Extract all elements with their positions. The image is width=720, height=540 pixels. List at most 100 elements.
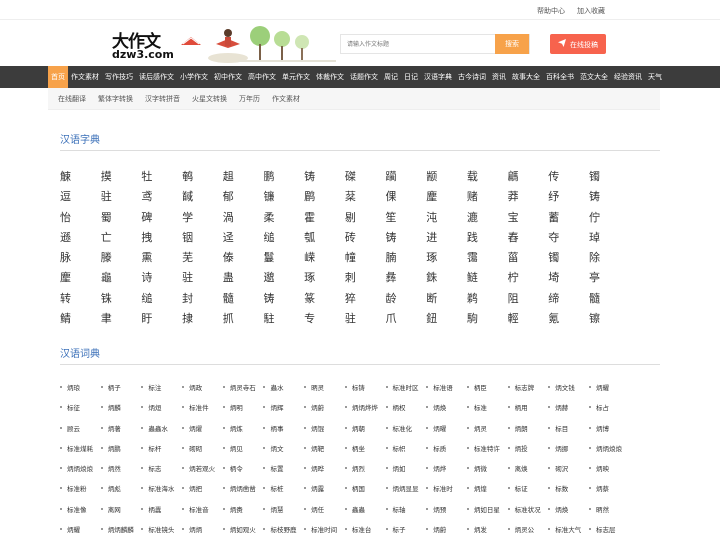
cidian-word-link[interactable]: 炳赫	[548, 402, 589, 422]
cidian-word-link[interactable]: 顾云	[60, 423, 101, 443]
cidian-word-link[interactable]: 炳炳麟麟	[100, 524, 142, 540]
zidian-char-link[interactable]: 蛊	[223, 269, 264, 289]
zidian-char-link[interactable]: 磔	[345, 168, 386, 188]
cidian-word-link[interactable]: 炳灵公	[507, 524, 549, 540]
zidian-char-link[interactable]: 学	[182, 209, 223, 229]
cidian-word-link[interactable]: 炳预	[426, 504, 467, 524]
zidian-char-link[interactable]: 阻	[508, 290, 549, 310]
cidian-word-link[interactable]: 炳燿	[182, 423, 223, 443]
zidian-char-link[interactable]: 纾	[548, 188, 589, 208]
cidian-word-link[interactable]: 标数	[548, 483, 589, 503]
zidian-char-link[interactable]: 践	[467, 229, 508, 249]
cidian-word-link[interactable]: 标准特许	[466, 443, 508, 463]
cidian-word-link[interactable]: 炳如	[385, 463, 427, 483]
cidian-word-link[interactable]: 标准音	[182, 504, 223, 524]
cidian-word-link[interactable]: 标注	[141, 382, 182, 402]
zidian-char-link[interactable]: 刺	[345, 269, 386, 289]
zidian-char-link[interactable]: 柔	[263, 209, 304, 229]
zidian-char-link[interactable]: 牡	[141, 168, 182, 188]
zidian-char-link[interactable]: 铸	[304, 168, 345, 188]
zidian-char-link[interactable]: 鲭	[60, 310, 101, 330]
zidian-char-link[interactable]: 铸	[386, 229, 427, 249]
nav-item[interactable]: 汉语字典	[421, 66, 455, 88]
nav-item[interactable]: 百科全书	[543, 66, 577, 88]
zidian-char-link[interactable]: 腩	[386, 249, 427, 269]
cidian-word-link[interactable]: 标志	[141, 463, 182, 483]
zidian-char-link[interactable]: 蜀	[101, 209, 142, 229]
cidian-word-link[interactable]: 炳琅	[60, 382, 101, 402]
cidian-word-link[interactable]: 标准煤耗	[60, 443, 101, 463]
zidian-char-link[interactable]: 拽	[141, 229, 182, 249]
zidian-char-link[interactable]: 逗	[60, 188, 101, 208]
cidian-word-link[interactable]: 昞然	[588, 504, 630, 524]
cidian-word-link[interactable]: 柄事	[263, 423, 304, 443]
cidian-word-link[interactable]: 炳焕	[548, 504, 589, 524]
zidian-char-link[interactable]: 熏	[141, 249, 182, 269]
cidian-word-link[interactable]: 柄蠹	[141, 504, 182, 524]
cidian-word-link[interactable]: 炳朝	[344, 423, 386, 443]
zidian-char-link[interactable]: 琸	[589, 229, 630, 249]
zidian-char-link[interactable]: 棻	[345, 188, 386, 208]
zidian-char-link[interactable]: 龄	[386, 290, 427, 310]
cidian-word-link[interactable]: 炳焕	[426, 402, 467, 422]
cidian-word-link[interactable]: 炳炳	[182, 524, 223, 540]
nav-item[interactable]: 作文素材	[68, 66, 102, 88]
zidian-char-link[interactable]: 鈕	[426, 310, 467, 330]
zidian-char-link[interactable]: 怡	[60, 209, 101, 229]
online-submit-button[interactable]: 在线投稿	[550, 34, 606, 54]
zidian-char-link[interactable]: 剔	[345, 209, 386, 229]
zidian-char-link[interactable]: 镯	[589, 168, 630, 188]
zidian-char-link[interactable]: 除	[589, 249, 630, 269]
cidian-word-link[interactable]: 炳挪	[548, 443, 589, 463]
zidian-char-link[interactable]: 亡	[101, 229, 142, 249]
zidian-char-link[interactable]: 馘	[182, 188, 223, 208]
nav-item[interactable]: 小学作文	[177, 66, 211, 88]
zidian-char-link[interactable]: 趄	[223, 168, 264, 188]
nav-item-home[interactable]: 首页	[48, 66, 68, 88]
zidian-char-link[interactable]: 驻	[101, 188, 142, 208]
zidian-char-link[interactable]: 嵘	[304, 249, 345, 269]
zidian-char-link[interactable]: 銖	[426, 269, 467, 289]
cidian-word-link[interactable]: 标准台	[344, 524, 386, 540]
zidian-char-link[interactable]: 诗	[141, 269, 182, 289]
nav-item[interactable]: 高中作文	[245, 66, 279, 88]
zidian-char-link[interactable]: 柠	[508, 269, 549, 289]
cidian-word-link[interactable]: 炳见	[222, 443, 264, 463]
zidian-char-link[interactable]: 琢	[426, 249, 467, 269]
zidian-char-link[interactable]: 抓	[223, 310, 264, 330]
zidian-char-link[interactable]: 蓄	[548, 209, 589, 229]
subnav-item[interactable]: 繁体字转换	[98, 88, 133, 109]
cidian-word-link[interactable]: 标置	[263, 463, 304, 483]
cidian-word-link[interactable]: 炳著	[100, 423, 142, 443]
cidian-word-link[interactable]: 炳辉	[263, 402, 304, 422]
subnav-item[interactable]: 火星文转换	[192, 88, 227, 109]
cidian-word-link[interactable]: 炳鹏	[100, 443, 142, 463]
cidian-word-link[interactable]: 炳博	[588, 423, 630, 443]
subnav-item[interactable]: 作文素材	[272, 88, 300, 109]
subnav-item[interactable]: 在线翻译	[58, 88, 86, 109]
zidian-char-link[interactable]: 鬘	[263, 249, 304, 269]
cidian-word-link[interactable]: 柄臣	[466, 382, 508, 402]
cidian-word-link[interactable]: 炳麟	[100, 402, 142, 422]
cidian-word-link[interactable]: 炳烈	[344, 463, 386, 483]
cidian-word-link[interactable]: 炳烜	[141, 402, 182, 422]
zidian-char-link[interactable]: 缔	[548, 290, 589, 310]
cidian-word-link[interactable]: 柄坐	[344, 443, 386, 463]
zidian-char-link[interactable]: 摸	[101, 168, 142, 188]
cidian-word-link[interactable]: 标准件	[182, 402, 223, 422]
nav-item[interactable]: 天气	[645, 66, 665, 88]
zidian-char-link[interactable]: 鲢	[467, 269, 508, 289]
cidian-word-link[interactable]: 标准语	[426, 382, 467, 402]
cidian-word-link[interactable]: 炳蔚	[304, 402, 345, 422]
cidian-word-link[interactable]: 标轴	[385, 504, 427, 524]
cidian-word-link[interactable]: 标准海水	[141, 483, 182, 503]
cidian-word-link[interactable]: 炳明	[222, 402, 264, 422]
zidian-char-link[interactable]: 躏	[386, 168, 427, 188]
cidian-word-link[interactable]: 柄子	[100, 382, 142, 402]
cidian-word-link[interactable]: 炳投	[507, 443, 549, 463]
cidian-word-link[interactable]: 炳如日星	[466, 504, 508, 524]
zidian-char-link[interactable]: 封	[182, 290, 223, 310]
cidian-word-link[interactable]: 炳炼	[222, 423, 264, 443]
nav-item[interactable]: 日记	[401, 66, 421, 88]
zidian-char-link[interactable]: 宝	[508, 209, 549, 229]
